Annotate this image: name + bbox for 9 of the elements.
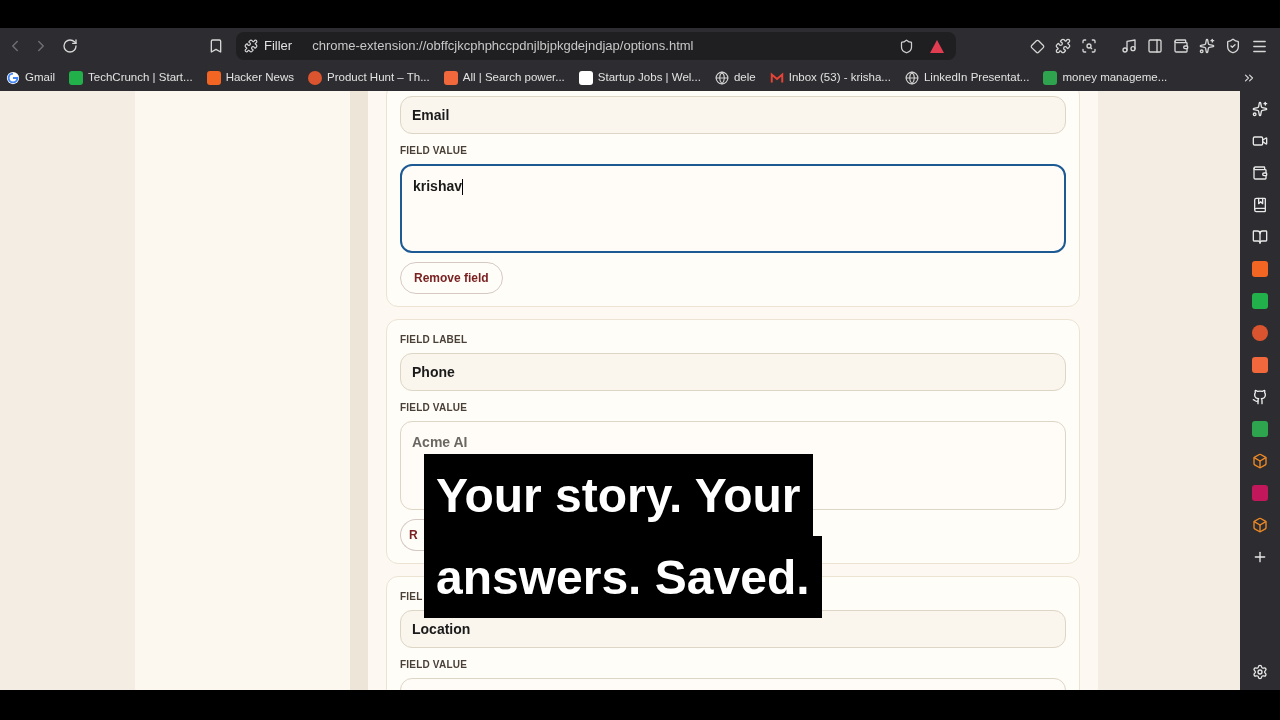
site-name: Filler — [264, 37, 293, 56]
field-label-heading: FIEL — [400, 590, 423, 604]
field-value-heading: FIELD VALUE — [400, 144, 468, 158]
field-value-heading: FIELD VALUE — [400, 658, 468, 672]
caption-toast: Your story. Your — [424, 454, 813, 536]
field-value-heading: FIELD VALUE — [400, 401, 468, 415]
url-text: chrome-extension://obffcjkcphphccpdnjlbjpkgdejndjap/options.html — [312, 37, 694, 56]
caption-toast: answers. Saved. — [424, 536, 822, 618]
field-label-heading: FIELD LABEL — [400, 333, 468, 347]
